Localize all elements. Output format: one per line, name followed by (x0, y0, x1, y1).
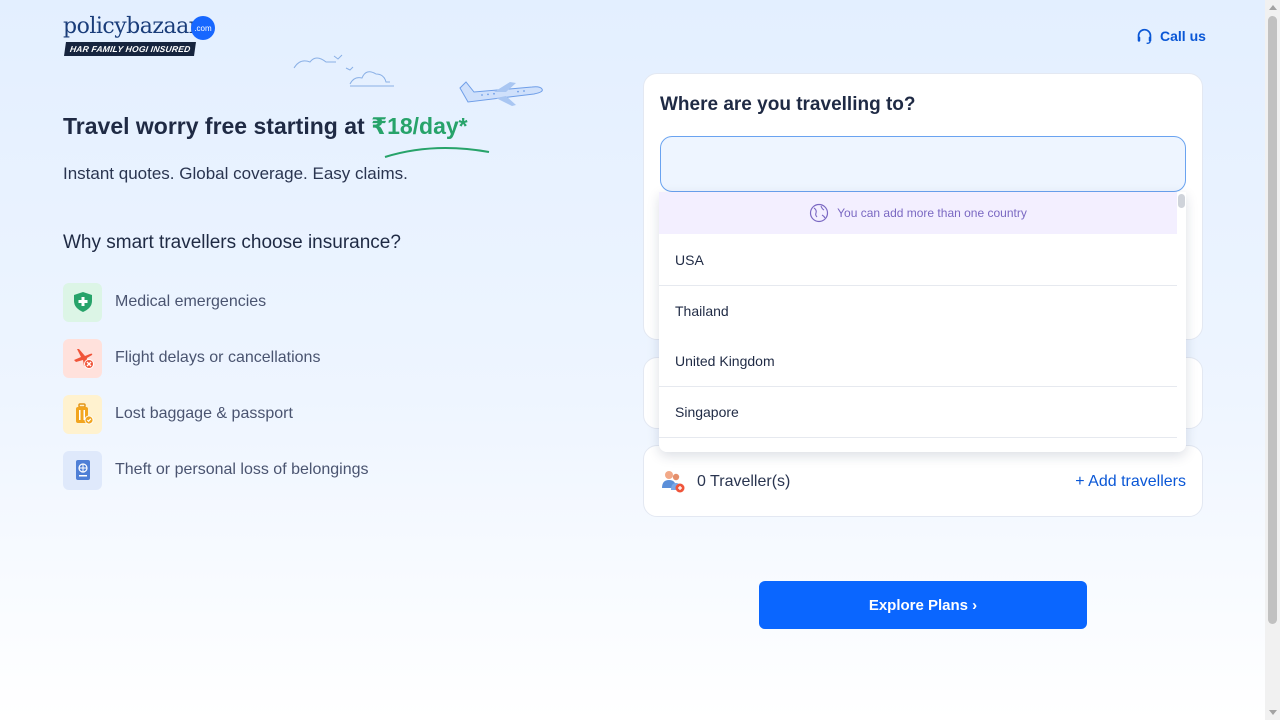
country-option-usa[interactable]: USA (659, 235, 1177, 286)
airplane-illustration (459, 81, 543, 106)
benefit-item: Flight delays or cancellations (63, 338, 320, 378)
travellers-count: 0 Traveller(s) (697, 473, 791, 490)
scroll-up-icon[interactable] (1269, 5, 1277, 10)
call-us-label: Call us (1160, 28, 1206, 44)
baggage-icon (63, 394, 102, 434)
benefit-label: Lost baggage & passport (115, 405, 293, 422)
destination-title: Where are you travelling to? (660, 94, 916, 115)
benefit-label: Medical emergencies (115, 293, 267, 310)
travellers-icon (662, 471, 685, 493)
country-dropdown: You can add more than one country USA Th… (659, 192, 1186, 452)
clouds-illustration (293, 54, 394, 87)
price-underline-decoration (384, 147, 490, 158)
destination-input[interactable] (660, 136, 1186, 192)
benefit-label: Flight delays or cancellations (115, 349, 321, 366)
dropdown-hint-text: You can add more than one country (837, 206, 1027, 220)
country-option-thailand[interactable]: Thailand (659, 286, 1177, 337)
explore-plans-button[interactable]: Explore Plans › (759, 581, 1087, 629)
policybazaar-logo[interactable]: policybazaar .com HAR FAMILY HOGI INSURE… (63, 14, 223, 58)
passport-icon (63, 450, 102, 490)
medical-shield-icon (63, 282, 102, 322)
dropdown-scrollbar-thumb[interactable] (1178, 194, 1185, 208)
call-us-button[interactable]: Call us (1136, 26, 1206, 46)
benefit-label: Theft or personal loss of belongings (115, 461, 369, 478)
add-travellers-button[interactable]: + Add travellers (1075, 473, 1186, 491)
logo-com-badge: .com (191, 16, 215, 40)
hero-title: Travel worry free starting at ₹18/day* (63, 113, 468, 139)
benefit-item: Theft or personal loss of belongings (63, 450, 368, 490)
scroll-down-icon[interactable] (1269, 710, 1277, 715)
price-highlight: ₹18/day* (371, 113, 468, 139)
logo-wordmark: policybazaar (63, 14, 199, 39)
dropdown-scrollbar[interactable] (1177, 192, 1186, 452)
headset-icon (1137, 28, 1152, 44)
travellers-card: 0 Traveller(s) + Add travellers (643, 445, 1203, 517)
hero-subtitle: Instant quotes. Global coverage. Easy cl… (63, 164, 408, 183)
globe-icon (810, 203, 829, 223)
page-scrollbar-thumb[interactable] (1268, 16, 1277, 624)
page-scrollbar[interactable] (1265, 0, 1280, 720)
benefit-item: Medical emergencies (63, 282, 266, 322)
benefit-item: Lost baggage & passport (63, 394, 293, 434)
country-option-united-kingdom[interactable]: United Kingdom (659, 336, 1177, 387)
country-option-next[interactable] (659, 438, 1177, 452)
country-option-singapore[interactable]: Singapore (659, 387, 1177, 438)
logo-tagline: HAR FAMILY HOGI INSURED (64, 42, 197, 56)
flight-cancel-icon (63, 338, 102, 378)
dropdown-hint: You can add more than one country (659, 192, 1177, 234)
why-title: Why smart travellers choose insurance? (63, 232, 401, 253)
